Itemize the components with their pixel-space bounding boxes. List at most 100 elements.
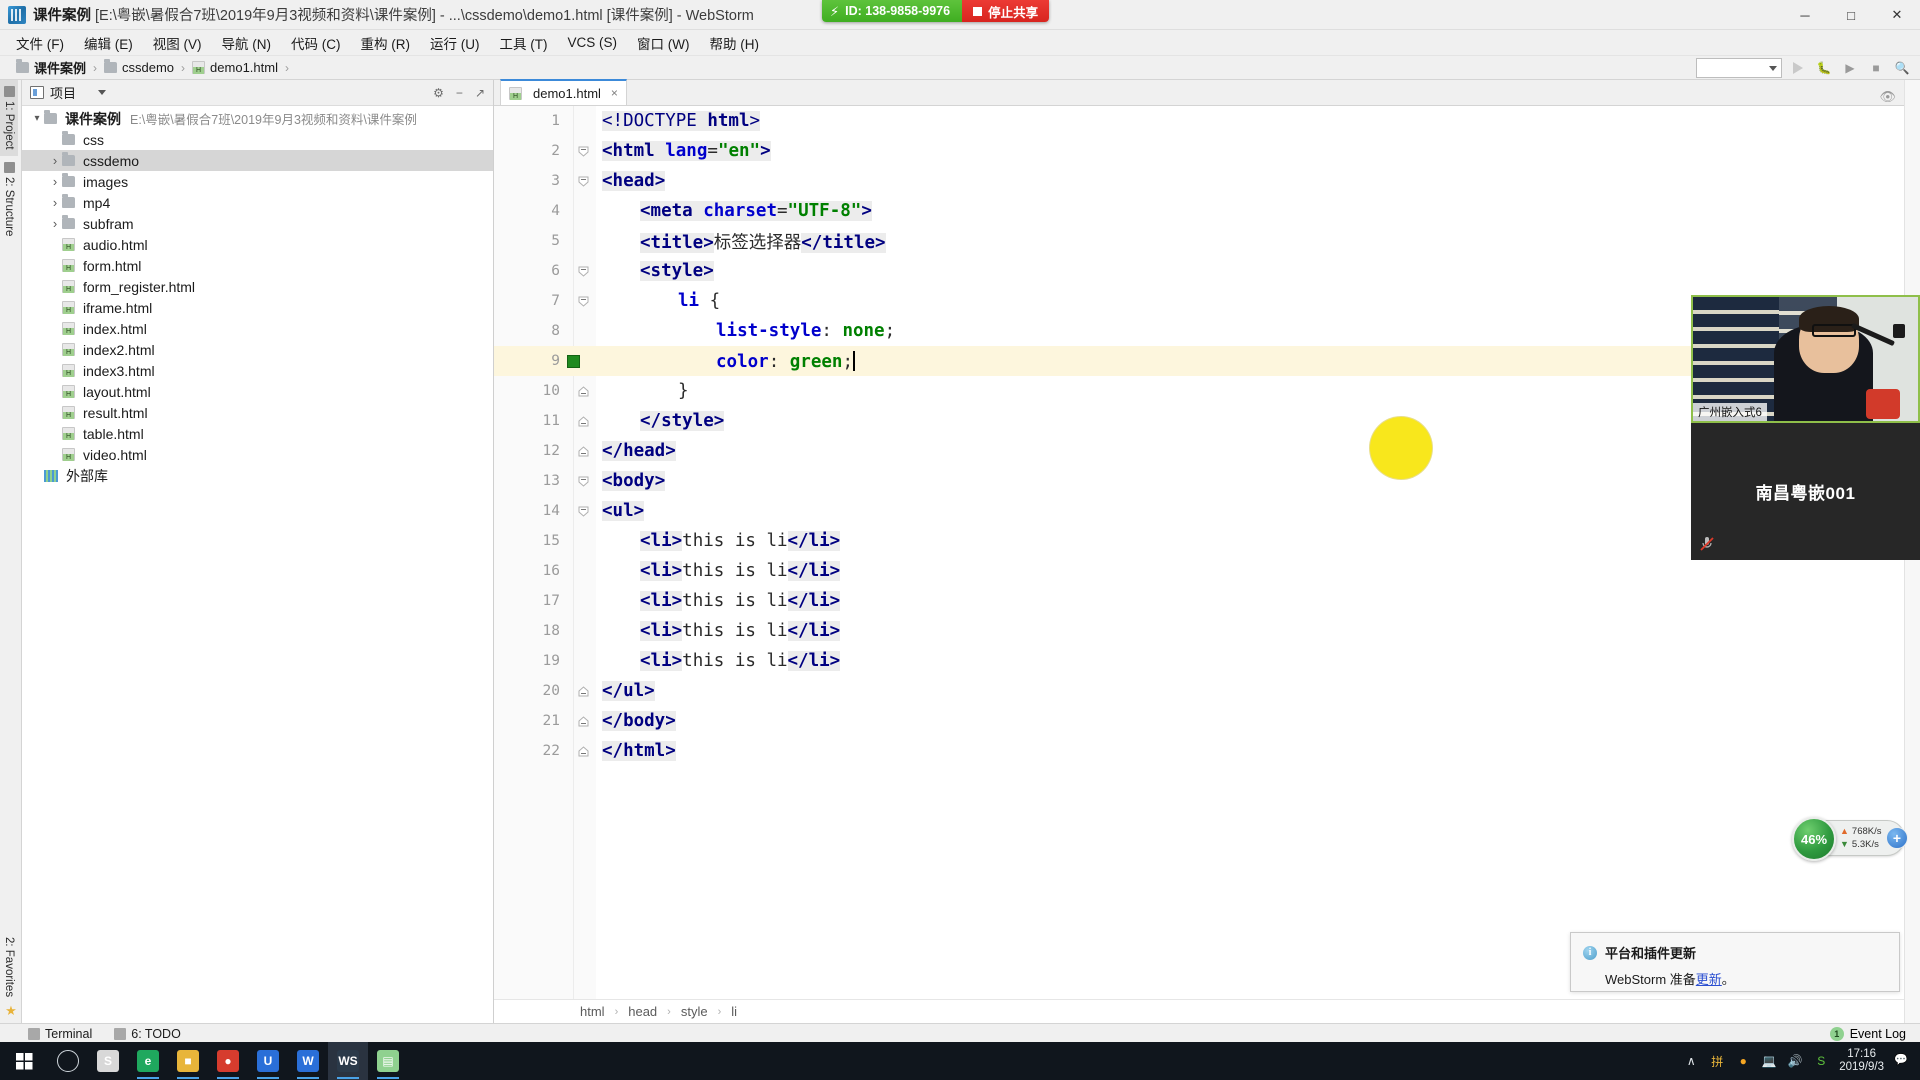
fold-collapse-icon[interactable] [577, 145, 590, 158]
taskbar-cortana-search[interactable] [48, 1042, 88, 1080]
code-line[interactable]: 5 <title>标签选择器</title> [494, 226, 1904, 256]
chevron-right-icon[interactable] [48, 174, 62, 189]
menu-help[interactable]: 帮助 (H) [700, 30, 770, 56]
plus-icon[interactable]: + [1886, 827, 1908, 849]
code-line[interactable]: 19 <li>this is li</li> [494, 646, 1904, 676]
tree-item-css[interactable]: css [22, 129, 493, 150]
maximize-button[interactable]: □ [1828, 0, 1874, 30]
code-line[interactable]: 2 <html lang="en"> [494, 136, 1904, 166]
hide-icon[interactable]: ↗ [475, 86, 485, 100]
menu-edit[interactable]: 编辑 (E) [74, 30, 143, 56]
fold-end-icon[interactable] [577, 715, 590, 728]
shield-icon[interactable]: ● [1735, 1053, 1751, 1069]
collapse-icon[interactable]: − [456, 86, 463, 100]
breadcrumb-item-demo1[interactable]: demo1.html [210, 60, 278, 75]
code-line[interactable]: 20 </ul> [494, 676, 1904, 706]
code-line[interactable]: 22 </html> [494, 736, 1904, 766]
menu-run[interactable]: 运行 (U) [420, 30, 490, 56]
action-center-icon[interactable]: 💬 [1894, 1053, 1910, 1069]
taskbar-clock[interactable]: 17:16 2019/9/3 [1839, 1048, 1884, 1074]
code-line[interactable]: 16 <li>this is li</li> [494, 556, 1904, 586]
code-line[interactable]: 18 <li>this is li</li> [494, 616, 1904, 646]
menu-code[interactable]: 代码 (C) [281, 30, 351, 56]
taskbar-notepad-app[interactable]: ▤ [368, 1042, 408, 1080]
fold-end-icon[interactable] [577, 745, 590, 758]
tree-item-layout-html[interactable]: layout.html [22, 381, 493, 402]
tree-item-subfram[interactable]: subfram [22, 213, 493, 234]
tree-item-index2-html[interactable]: index2.html [22, 339, 493, 360]
editor-tab-demo1[interactable]: demo1.html × [500, 79, 627, 105]
tree-item-images[interactable]: images [22, 171, 493, 192]
run-configuration-select[interactable] [1696, 58, 1782, 78]
code-line[interactable]: 17 <li>this is li</li> [494, 586, 1904, 616]
sidebar-item-favorites[interactable]: 2: Favorites [0, 931, 18, 1003]
css-color-swatch[interactable] [567, 354, 580, 368]
video-conference-panel[interactable]: 广州嵌入式6 南昌粤嵌001 [1691, 295, 1920, 560]
taskbar-u-app[interactable]: U [248, 1042, 288, 1080]
structure-crumb-head[interactable]: head [626, 1004, 659, 1019]
menu-view[interactable]: 视图 (V) [143, 30, 212, 56]
terminal-tool-button[interactable]: Terminal [28, 1027, 92, 1041]
tree-item--[interactable]: 外部库 [22, 465, 493, 486]
code-line[interactable]: 21 </body> [494, 706, 1904, 736]
run-button[interactable] [1788, 58, 1808, 78]
tree-item-video-html[interactable]: video.html [22, 444, 493, 465]
code-line[interactable]: 1 <!DOCTYPE html> [494, 106, 1904, 136]
chevron-up-icon[interactable]: ∧ [1683, 1053, 1699, 1069]
taskbar-edge-browser[interactable]: e [128, 1042, 168, 1080]
tree-item-result-html[interactable]: result.html [22, 402, 493, 423]
breadcrumb-item-cssdemo[interactable]: cssdemo [122, 60, 174, 75]
chevron-right-icon[interactable] [48, 216, 62, 231]
tree-item-form-register-html[interactable]: form_register.html [22, 276, 493, 297]
tree-item-index-html[interactable]: index.html [22, 318, 493, 339]
video-tile-self[interactable]: 南昌粤嵌001 [1691, 423, 1920, 560]
chevron-right-icon[interactable] [48, 153, 62, 168]
fold-collapse-icon[interactable] [577, 475, 590, 488]
menu-vcs[interactable]: VCS (S) [558, 32, 628, 53]
menu-window[interactable]: 窗口 (W) [627, 30, 699, 56]
breadcrumb-item-project[interactable]: 课件案例 [34, 58, 86, 77]
structure-crumb-li[interactable]: li [729, 1004, 739, 1019]
menu-tools[interactable]: 工具 (T) [490, 30, 558, 56]
event-log-tool-button[interactable]: 1 Event Log [1829, 1026, 1906, 1041]
menu-refactor[interactable]: 重构 (R) [351, 30, 421, 56]
menu-navigate[interactable]: 导航 (N) [212, 30, 282, 56]
structure-crumb-style[interactable]: style [679, 1004, 710, 1019]
volume-icon[interactable]: 🔊 [1787, 1053, 1803, 1069]
network-icon[interactable]: 💻 [1761, 1053, 1777, 1069]
fold-end-icon[interactable] [577, 445, 590, 458]
video-tile-active[interactable]: 广州嵌入式6 [1691, 295, 1920, 423]
tree-item-cssdemo[interactable]: cssdemo [22, 150, 493, 171]
chevron-right-icon[interactable] [48, 195, 62, 210]
taskbar-chrome-browser[interactable]: ● [208, 1042, 248, 1080]
coverage-button[interactable]: ▶ [1840, 58, 1860, 78]
taskbar-webstorm[interactable]: WS [328, 1042, 368, 1080]
todo-tool-button[interactable]: 6: TODO [114, 1027, 181, 1041]
minimize-button[interactable]: ─ [1782, 0, 1828, 30]
chevron-down-icon[interactable] [98, 90, 107, 95]
structure-crumb-html[interactable]: html [578, 1004, 607, 1019]
tree-item-form-html[interactable]: form.html [22, 255, 493, 276]
tree-item-iframe-html[interactable]: iframe.html [22, 297, 493, 318]
code-line[interactable]: 4 <meta charset="UTF-8"> [494, 196, 1904, 226]
input-method-icon[interactable]: 拼 [1709, 1053, 1725, 1069]
memory-usage-gauge[interactable]: 46% [1792, 817, 1836, 861]
stop-share-button[interactable]: 停止共享 [962, 0, 1050, 22]
fold-end-icon[interactable] [577, 685, 590, 698]
taskbar-file-explorer[interactable]: ■ [168, 1042, 208, 1080]
sogou-icon[interactable]: S [1813, 1053, 1829, 1069]
fold-end-icon[interactable] [577, 415, 590, 428]
code-line[interactable]: 6 <style> [494, 256, 1904, 286]
close-icon[interactable]: × [611, 86, 618, 100]
tree-item-index3-html[interactable]: index3.html [22, 360, 493, 381]
tree-item-table-html[interactable]: table.html [22, 423, 493, 444]
sidebar-item-structure[interactable]: 2: Structure [0, 156, 18, 242]
fold-collapse-icon[interactable] [577, 295, 590, 308]
fold-end-icon[interactable] [577, 385, 590, 398]
taskbar-skype[interactable]: S [88, 1042, 128, 1080]
fold-collapse-icon[interactable] [577, 505, 590, 518]
gear-icon[interactable]: ⚙ [433, 86, 444, 100]
menu-file[interactable]: 文件 (F) [6, 30, 74, 56]
project-file-tree[interactable]: 课件案例 E:\粤嵌\暑假合7班\2019年9月3视频和资料\课件案例 css css… [22, 106, 493, 486]
windows-start-icon[interactable] [0, 1042, 48, 1080]
